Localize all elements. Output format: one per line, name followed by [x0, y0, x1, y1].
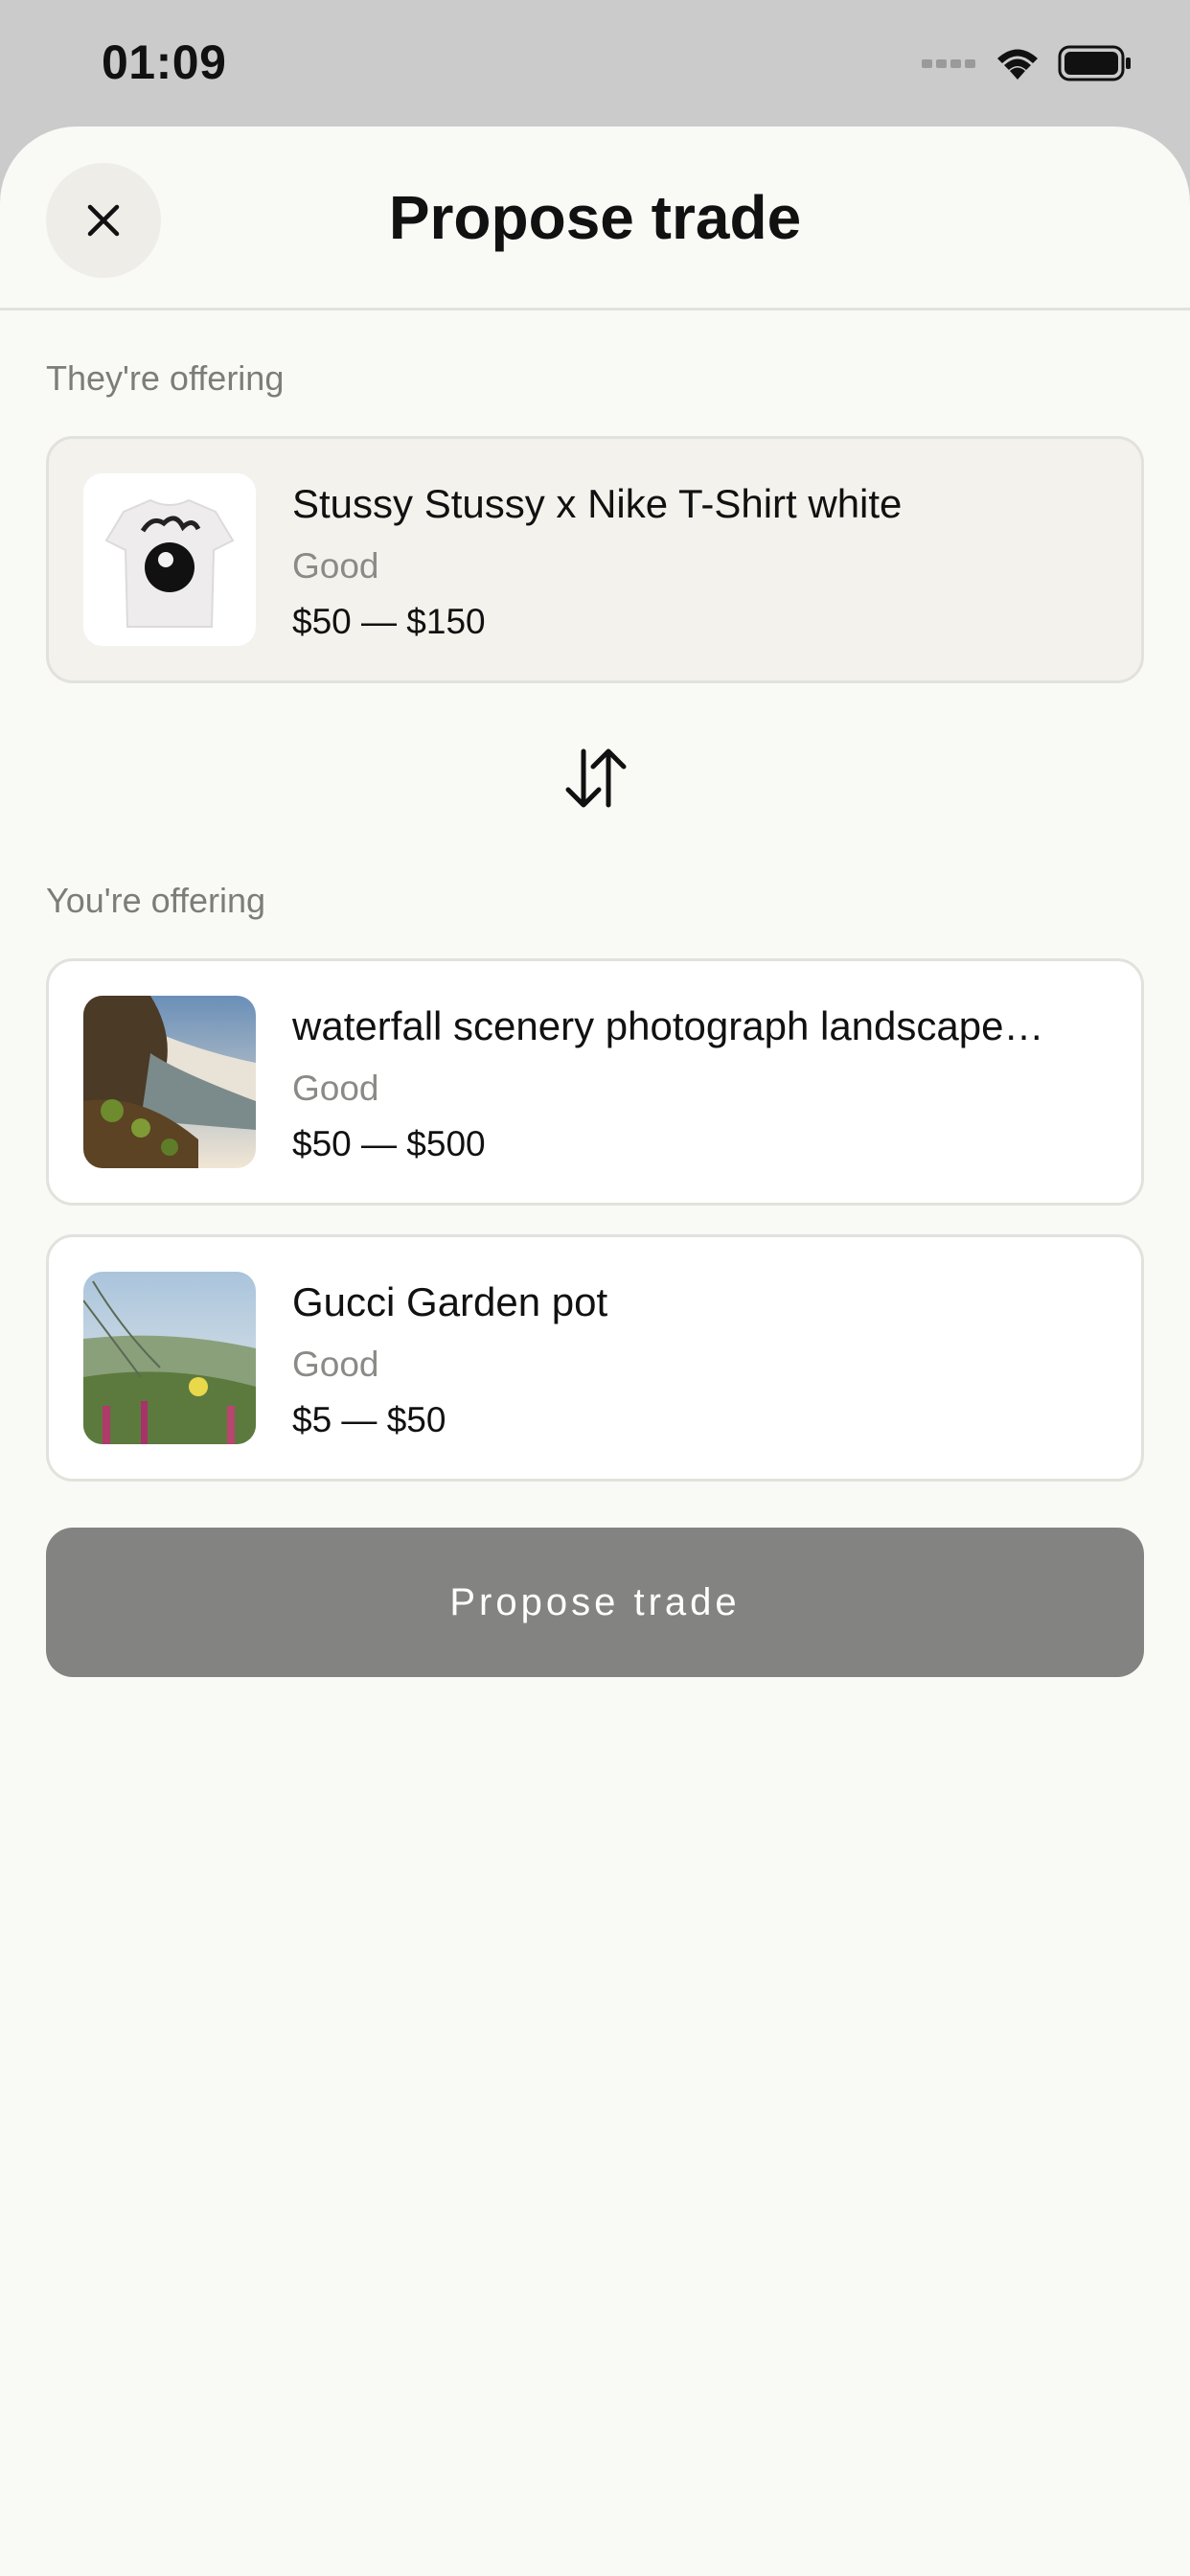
swap-arrows-icon — [565, 748, 627, 808]
status-time: 01:09 — [102, 35, 227, 89]
waterfall-image — [83, 996, 256, 1168]
propose-trade-button[interactable]: Propose trade — [46, 1528, 1144, 1677]
battery-icon — [1058, 45, 1131, 81]
tshirt-image — [83, 473, 256, 646]
your-item-card[interactable]: Gucci Garden pot Good $5 — $50 — [46, 1234, 1144, 1482]
item-condition: Good — [292, 1345, 379, 1384]
item-condition: Good — [292, 546, 379, 586]
your-item-card[interactable]: waterfall scenery photograph landscape… … — [46, 958, 1144, 1206]
theirs-label: They're offering — [46, 358, 285, 398]
item-title: Gucci Garden pot — [292, 1279, 608, 1324]
page-title: Propose trade — [388, 183, 802, 252]
status-bar: 01:09 — [0, 0, 1190, 126]
sheet-header: Propose trade — [0, 126, 1190, 310]
item-price: $50 — $500 — [292, 1124, 486, 1163]
yours-label: You're offering — [46, 881, 266, 920]
item-title: Stussy Stussy x Nike T-Shirt white — [292, 481, 903, 526]
signal-icon — [922, 59, 975, 68]
item-price: $5 — $50 — [292, 1400, 446, 1439]
status-icons — [922, 44, 1133, 82]
item-condition: Good — [292, 1069, 379, 1108]
trade-sheet: Propose trade They're offering Stussy St… — [0, 126, 1190, 2576]
their-item-card[interactable]: Stussy Stussy x Nike T-Shirt white Good … — [46, 436, 1144, 683]
item-price: $50 — $150 — [292, 602, 486, 641]
item-title: waterfall scenery photograph landscape… — [292, 1003, 1044, 1048]
garden-image — [83, 1272, 256, 1444]
wifi-icon — [997, 49, 1038, 80]
